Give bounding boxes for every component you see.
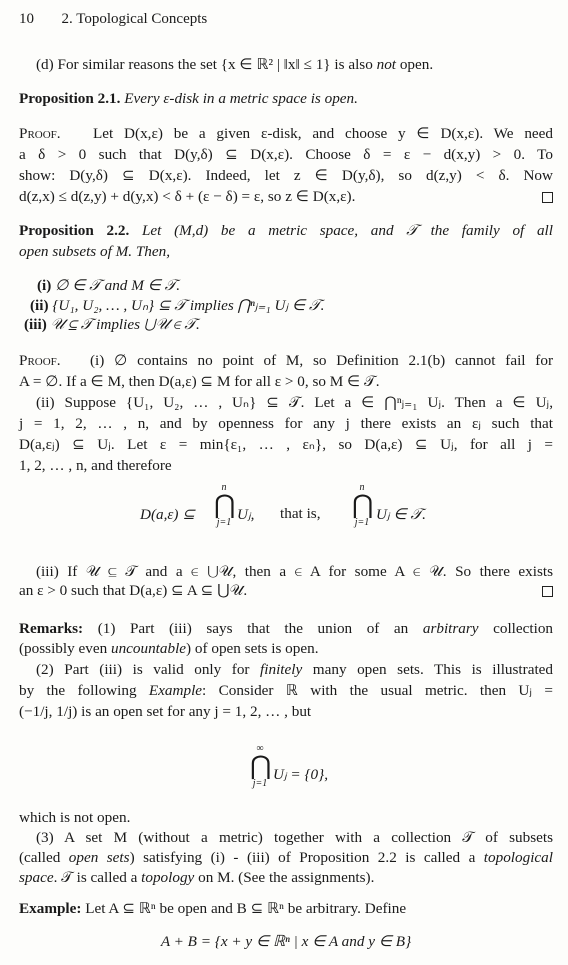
equation-text: that is, bbox=[280, 505, 321, 522]
list-item: (i) ∅ ∈ 𝒯 and M ∈ 𝒯. bbox=[37, 276, 180, 295]
item-d-end: open. bbox=[396, 56, 434, 73]
remark-emph: uncountable bbox=[110, 640, 187, 657]
item-d: (d) For similar reasons the set {x ∈ ℝ² … bbox=[36, 55, 553, 74]
example-label: Example: bbox=[19, 900, 82, 917]
proposition-line: Proposition 2.2. Let (M,d) be a metric s… bbox=[19, 221, 553, 240]
proof-line: j = 1, 2, … , n, and by openness for any… bbox=[19, 415, 553, 432]
remark-line: (3) A set M (without a metric) together … bbox=[36, 829, 553, 846]
remark-line: (possibly even uncountable) of open sets… bbox=[19, 639, 553, 658]
remark-text: collection bbox=[478, 620, 554, 637]
item-text: {U₁, U₂, … , Uₙ} ⊆ 𝒯 implies ⋂ⁿⱼ₌₁ Uⱼ ∈ … bbox=[52, 297, 325, 314]
remarks-label: Remarks: bbox=[19, 620, 84, 637]
operator-lower-limit: j=1 bbox=[216, 517, 232, 528]
running-header: 10 2. Topological Concepts bbox=[19, 10, 553, 29]
proposition-statement: Let (M,d) be a metric space, and 𝒯 the f… bbox=[141, 222, 553, 239]
proof-text: Let D(x,ε) be a given ε-disk, and choose… bbox=[93, 125, 553, 142]
intersection-symbol: ⋂ bbox=[214, 490, 236, 519]
proposition-label: Proposition 2.1. bbox=[19, 90, 121, 107]
list-item: (iii) 𝒰 ⊆ 𝒯 implies ⋃𝒰 ∈ 𝒯. bbox=[24, 316, 200, 334]
qed-box-icon bbox=[542, 586, 553, 597]
remark-text: ) satisfying (i) - (iii) of Proposition … bbox=[129, 849, 484, 866]
remark-emph: topological bbox=[483, 849, 553, 866]
remark-emph: open sets bbox=[68, 849, 130, 866]
remark-line: space. 𝒯 is called a topology on M. (See… bbox=[19, 868, 553, 887]
proof-line: A = ∅. If a ∈ M, then D(a,ε) ⊆ M for all… bbox=[19, 373, 380, 390]
proof-line: a δ > 0 such that D(y,δ) ⊆ D(x,ε). Choos… bbox=[19, 146, 553, 163]
equation-text: D(a,ε) ⊆ bbox=[140, 506, 195, 523]
remark-text: ) of open sets is open. bbox=[186, 640, 319, 657]
remark-text: by the following bbox=[19, 682, 149, 699]
proof-line: (ii) Suppose {U₁, U₂, … , Uₙ} ⊆ 𝒯. Let a… bbox=[36, 394, 553, 411]
equation-text: Uⱼ, bbox=[237, 506, 255, 523]
big-intersection-icon: n ⋂ j=1 bbox=[352, 482, 374, 528]
remark-text: (possibly even bbox=[19, 640, 111, 657]
item-text: 𝒰 ⊆ 𝒯 implies ⋃𝒰 ∈ 𝒯. bbox=[50, 316, 200, 333]
item-number: (iii) bbox=[24, 316, 47, 333]
remark-line: which is not open. bbox=[19, 809, 131, 826]
remark-emph: space bbox=[19, 869, 54, 886]
proof-label: Proof. bbox=[19, 125, 61, 142]
equation-text: Uⱼ = {0}, bbox=[273, 766, 329, 783]
big-intersection-icon: n ⋂ j=1 bbox=[214, 482, 236, 528]
intersection-symbol: ⋂ bbox=[250, 751, 272, 780]
page-number: 10 bbox=[19, 11, 34, 27]
remark-emph: arbitrary bbox=[422, 620, 479, 637]
item-number: (ii) bbox=[30, 297, 49, 314]
remark-text: . 𝒯 is called a bbox=[53, 869, 142, 886]
remark-line: (2) Part (iii) is valid only for finitel… bbox=[36, 660, 553, 679]
proposition-2-1: Proposition 2.1. Every ε-disk in a metri… bbox=[19, 89, 553, 108]
proof-line: d(z,x) ≤ d(z,y) + d(y,x) < δ + (ε − δ) =… bbox=[19, 188, 356, 205]
remark-text: many open sets. This is illustrated bbox=[302, 661, 553, 678]
proof-line: 1, 2, … , n, and therefore bbox=[19, 457, 172, 474]
remark-line: (called open sets) satisfying (i) - (iii… bbox=[19, 848, 553, 867]
remark-text: (2) Part (iii) is valid only for bbox=[36, 661, 261, 678]
proof-line: Proof. (i) ∅ contains no point of M, so … bbox=[19, 351, 553, 370]
remark-line: Remarks: (1) Part (iii) says that the un… bbox=[19, 619, 553, 638]
example-display-equation: A + B = {x + y ∈ ℝⁿ | x ∈ A and y ∈ B} bbox=[160, 933, 412, 950]
proof-line: show: D(y,δ) ⊆ D(x,ε). Indeed, let z ∈ D… bbox=[19, 167, 553, 184]
proof-line: Proof. Let D(x,ε) be a given ε-disk, and… bbox=[19, 124, 553, 143]
operator-lower-limit: j=1 bbox=[252, 778, 268, 789]
proposition-label: Proposition 2.2. bbox=[19, 222, 130, 239]
textbook-page: 10 2. Topological Concepts (d) For simil… bbox=[0, 0, 568, 965]
remark-emph: Example bbox=[148, 682, 203, 699]
remark-line: (−1/j, 1/j) is an open set for any j = 1… bbox=[19, 703, 312, 720]
proof-line: (iii) If 𝒰 ⊆ 𝒯 and a ∈ ⋃𝒰, then a ∈ A fo… bbox=[36, 563, 553, 580]
remark-text: : Consider ℝ with the usual metric. then… bbox=[202, 682, 553, 699]
proposition-line: open subsets of M. Then, bbox=[19, 243, 171, 260]
example-line: Example: Let A ⊆ ℝⁿ be open and B ⊆ ℝⁿ b… bbox=[19, 899, 553, 918]
proof-text: (i) ∅ contains no point of M, so Definit… bbox=[89, 352, 554, 369]
item-d-emph: not bbox=[376, 56, 397, 73]
remark-emph: finitely bbox=[260, 661, 303, 678]
proof-line: an ε > 0 such that D(a,ε) ⊆ A ⊆ ⋃𝒰. bbox=[19, 582, 248, 599]
list-item: (ii) {U₁, U₂, … , Uₙ} ⊆ 𝒯 implies ⋂ⁿⱼ₌₁ … bbox=[30, 296, 324, 315]
qed-box-icon bbox=[542, 192, 553, 203]
proof-label: Proof. bbox=[19, 352, 61, 369]
intersection-symbol: ⋂ bbox=[352, 490, 374, 519]
remark-line: by the following Example: Consider ℝ wit… bbox=[19, 681, 553, 700]
proof-line: D(a,εⱼ) ⊆ Uⱼ. Let ε = min{ε₁, … , εₙ}, s… bbox=[19, 436, 553, 453]
item-number: (i) bbox=[37, 277, 52, 294]
remark-emph: topology bbox=[141, 869, 195, 886]
proposition-statement: Every ε-disk in a metric space is open. bbox=[124, 90, 358, 107]
remark-text: (called bbox=[19, 849, 69, 866]
running-title: 2. Topological Concepts bbox=[61, 11, 208, 27]
example-text: Let A ⊆ ℝⁿ be open and B ⊆ ℝⁿ be arbitra… bbox=[85, 900, 407, 917]
equation-text: Uⱼ ∈ 𝒯. bbox=[376, 506, 426, 523]
item-text: ∅ ∈ 𝒯 and M ∈ 𝒯. bbox=[55, 277, 181, 294]
operator-lower-limit: j=1 bbox=[354, 517, 370, 528]
big-intersection-icon: ∞ ⋂ j=1 bbox=[250, 743, 272, 789]
remark-text: on M. (See the assignments). bbox=[194, 869, 375, 886]
item-d-text: (d) For similar reasons the set {x ∈ ℝ² … bbox=[36, 56, 377, 73]
remark-text: (1) Part (iii) says that the union of an bbox=[97, 620, 423, 637]
